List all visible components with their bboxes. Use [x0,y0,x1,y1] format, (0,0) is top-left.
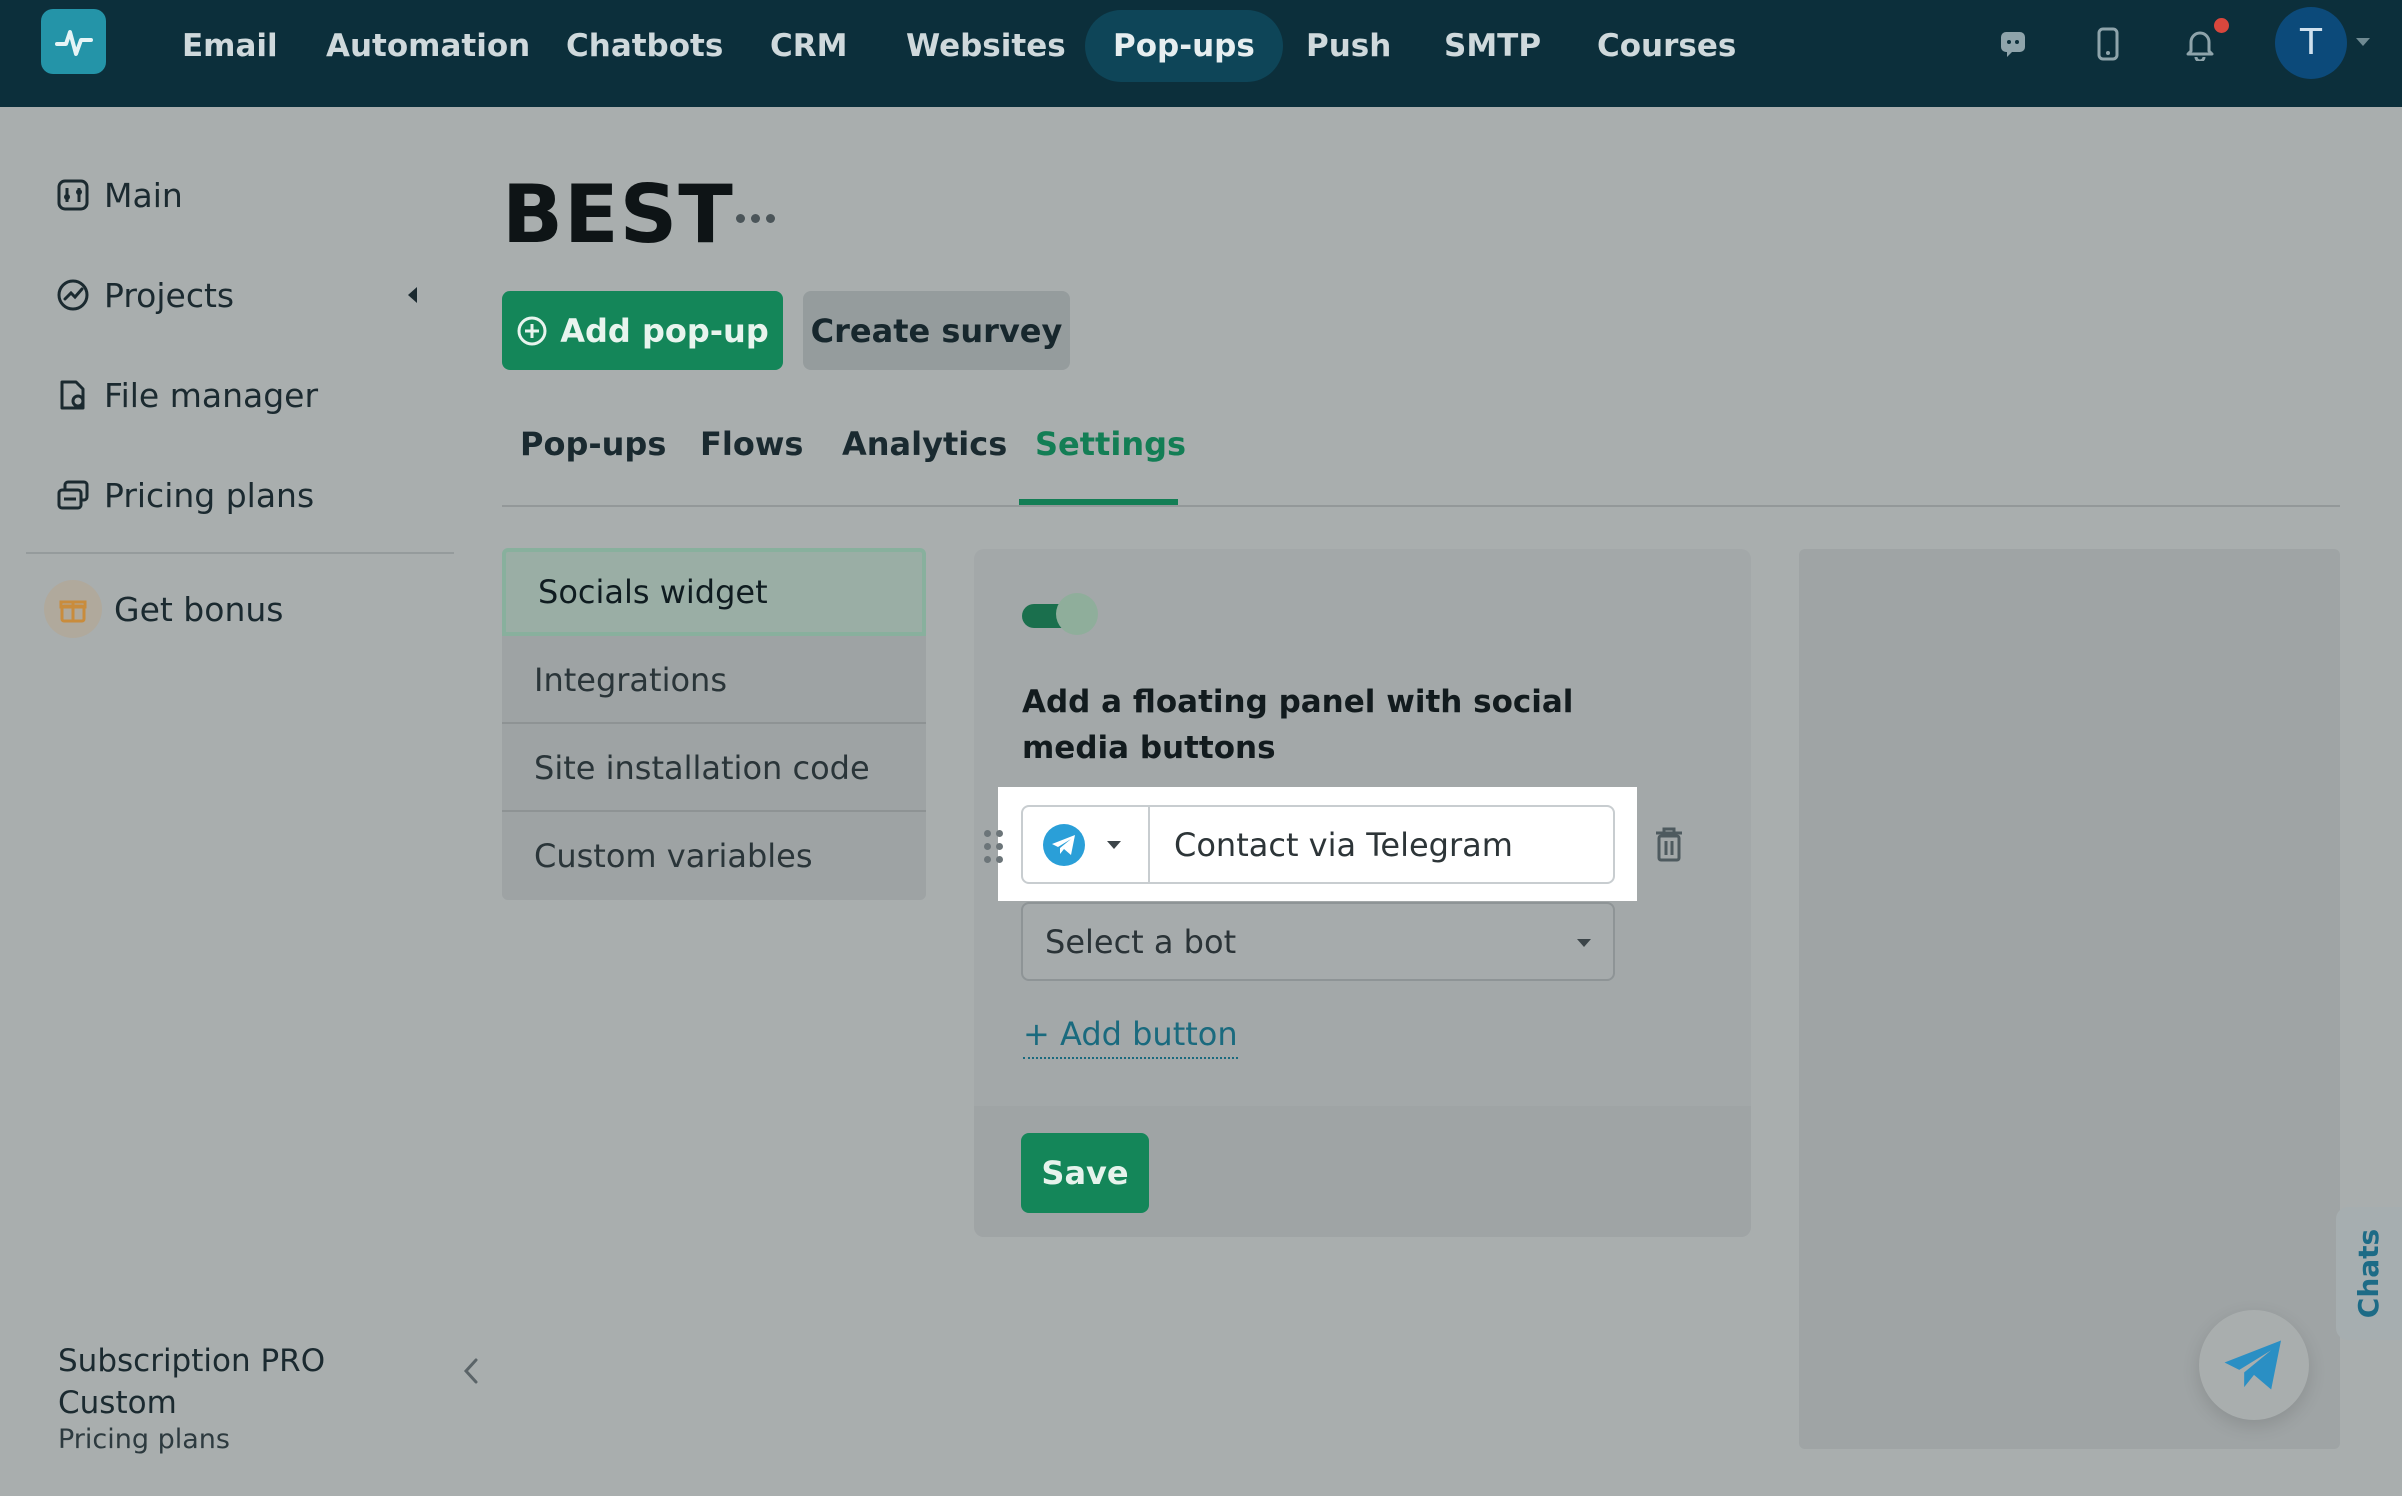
page-title: BEST [502,168,734,261]
sidebar-divider [26,552,454,554]
mobile-icon[interactable] [2088,24,2128,64]
bot-select-value: Select a bot [1045,922,1237,961]
chevron-left-icon[interactable] [408,287,417,303]
active-tab-indicator [1019,499,1178,505]
telegram-icon [2224,1340,2281,1390]
tab-popups[interactable]: Pop-ups [520,425,666,505]
social-button-field [1021,805,1615,884]
collapse-sidebar-icon[interactable] [456,1354,486,1388]
projects-icon [34,278,104,312]
nav-courses[interactable]: Courses [1569,10,1764,82]
logo-icon[interactable] [41,9,106,74]
notification-dot [2214,18,2229,33]
chevron-down-icon [1577,939,1591,947]
sidebar-item-main[interactable]: Main [34,163,454,227]
tab-settings[interactable]: Settings [1035,425,1186,505]
file-icon [34,378,104,412]
top-navigation: Email Automation Chatbots CRM Websites P… [0,0,2402,107]
delete-icon[interactable] [1651,824,1687,864]
chevron-down-icon[interactable] [2356,38,2370,46]
settings-item-socials-widget[interactable]: Socials widget [502,548,926,636]
drag-handle-icon[interactable] [984,830,1008,866]
button-text-input[interactable] [1174,825,1594,864]
nav-automation[interactable]: Automation [298,10,558,82]
sidebar-item-file-manager[interactable]: File manager [34,363,454,427]
dashboard-icon [34,178,104,212]
telegram-widget-button[interactable] [2199,1310,2309,1420]
panel-heading: Add a floating panel with social media b… [1022,684,1574,766]
more-icon[interactable] [736,214,775,223]
nav-websites[interactable]: Websites [878,10,1094,82]
sidebar-item-projects[interactable]: Projects [34,263,454,327]
nav-push[interactable]: Push [1278,10,1419,82]
add-button-link[interactable]: + Add button [1023,1015,1238,1059]
pricing-icon [34,478,104,512]
tab-flows[interactable]: Flows [700,425,803,505]
nav-crm[interactable]: CRM [742,10,875,82]
tabs-divider [502,505,2340,507]
chevron-down-icon [1107,840,1121,849]
telegram-icon [1043,823,1085,866]
widget-toggle-knob[interactable] [1056,593,1098,635]
chats-tab[interactable]: Chats [2336,1207,2402,1340]
settings-item-custom-variables[interactable]: Custom variables [502,812,926,900]
plus-circle-icon [517,316,547,345]
create-survey-button[interactable]: Create survey [803,291,1070,370]
avatar[interactable]: T [2275,7,2347,79]
nav-email[interactable]: Email [154,10,306,82]
sidebar-item-label: Pricing plans [104,475,315,515]
chats-tab-label: Chats [2352,1228,2386,1319]
gift-icon [44,580,102,638]
tab-analytics[interactable]: Analytics [842,425,1007,505]
bot-select[interactable]: Select a bot [1021,902,1615,981]
nav-popups[interactable]: Pop-ups [1085,10,1283,82]
sidebar-item-label: Projects [104,275,235,315]
sidebar-item-pricing-plans[interactable]: Pricing plans [34,463,454,527]
bell-icon[interactable] [2180,24,2220,64]
add-popup-button[interactable]: Add pop-up [502,291,783,370]
settings-item-site-installation-code[interactable]: Site installation code [502,724,926,812]
settings-item-integrations[interactable]: Integrations [502,636,926,724]
save-button[interactable]: Save [1021,1133,1149,1213]
add-popup-label: Add pop-up [560,311,769,350]
nav-smtp[interactable]: SMTP [1416,10,1569,82]
nav-chatbots[interactable]: Chatbots [538,10,751,82]
subscription-pricing-link[interactable]: Pricing plans [58,1424,230,1455]
chat-icon[interactable] [1993,24,2033,64]
settings-menu: Socials widget Integrations Site install… [502,548,926,900]
network-select[interactable] [1023,807,1150,882]
sidebar-item-get-bonus[interactable]: Get bonus [34,577,454,641]
sidebar-item-label: Get bonus [114,589,284,629]
subscription-title: Subscription PRO Custom [58,1343,326,1421]
sidebar-item-label: File manager [104,375,319,415]
sidebar-item-label: Main [104,175,183,215]
